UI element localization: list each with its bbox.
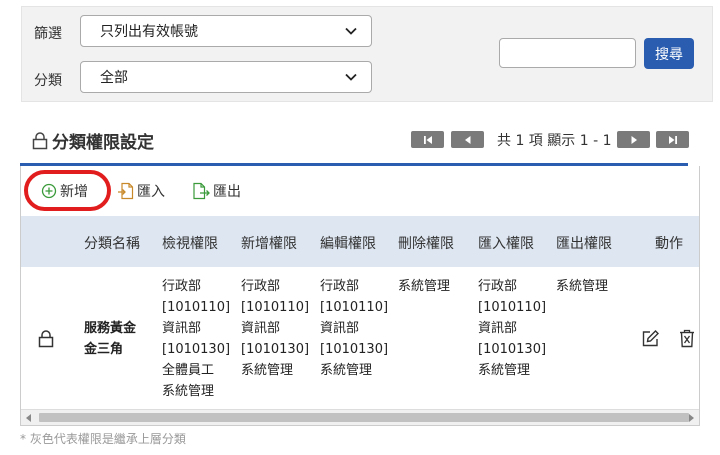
export-button[interactable]: 匯出 [192, 181, 241, 201]
table-cell-export: 系統管理 [556, 276, 608, 297]
permission-entry: 全體員工 [162, 363, 215, 378]
screen-filter-select[interactable]: 只列出有效帳號 [80, 15, 372, 47]
lock-icon [38, 330, 54, 348]
category-name-line: 金三角 [84, 342, 124, 357]
last-page-icon [668, 135, 677, 144]
prev-page-button[interactable] [451, 131, 484, 148]
highlight-ring [24, 170, 111, 211]
column-header-category-name: 分類名稱 [84, 236, 140, 252]
scroll-thumb[interactable] [39, 413, 689, 422]
table-cell-view: 行政部 [1010110] 資訊部 [1010130] 全體員工 系統管理 [162, 276, 230, 402]
search-input[interactable] [499, 38, 636, 68]
table-cell-delete: 系統管理 [398, 276, 450, 297]
permission-entry: [1010130] [478, 342, 547, 357]
column-header-export: 匯出權限 [556, 236, 612, 252]
footnote: * 灰色代表權限是繼承上層分類 [20, 432, 186, 446]
search-button[interactable]: 搜尋 [644, 38, 694, 69]
next-page-icon [631, 135, 637, 144]
permission-entry: 系統管理 [478, 363, 531, 378]
scroll-right-icon[interactable] [688, 414, 695, 422]
permission-entry: [1010130] [241, 342, 310, 357]
pager-summary: 共 1 項 顯示 1 - 1 [497, 133, 612, 149]
prev-page-icon [464, 135, 470, 144]
scroll-left-icon[interactable] [25, 414, 32, 422]
screen-filter-label: 篩選 [34, 26, 62, 42]
permission-entry: 系統管理 [398, 279, 451, 294]
permission-entry: [1010110] [478, 300, 547, 315]
permission-entry: 資訊部 [478, 321, 518, 336]
category-filter-select[interactable]: 全部 [80, 61, 372, 93]
export-icon [193, 182, 210, 200]
permission-entry: 行政部 [478, 279, 518, 294]
column-header-action: 動作 [655, 236, 683, 252]
page-title-text: 分類權限設定 [52, 133, 154, 153]
import-button[interactable]: 匯入 [117, 181, 165, 201]
permission-entry: [1010110] [162, 300, 231, 315]
table-cell-add: 行政部 [1010110] 資訊部 [1010130] 系統管理 [241, 276, 309, 381]
permission-entry: 行政部 [241, 279, 281, 294]
page-title: 分類權限設定 [32, 128, 154, 153]
permission-entry: 資訊部 [241, 321, 281, 336]
permission-entry: 系統管理 [320, 363, 373, 378]
filter-panel: 篩選 只列出有效帳號 分類 全部 搜尋 [21, 6, 713, 102]
chevron-down-icon [345, 73, 357, 81]
category-filter-value: 全部 [100, 70, 128, 86]
permission-entry: [1010130] [320, 342, 389, 357]
permission-entry: [1010110] [320, 300, 389, 315]
import-icon [118, 182, 134, 200]
horizontal-scrollbar[interactable] [21, 409, 699, 425]
column-header-edit: 編輯權限 [320, 236, 376, 252]
permission-entry: 行政部 [320, 279, 360, 294]
import-button-label: 匯入 [137, 184, 165, 200]
column-header-import: 匯入權限 [478, 236, 534, 252]
permission-entry: 資訊部 [162, 321, 202, 336]
column-header-delete: 刪除權限 [398, 236, 454, 252]
column-header-view: 檢視權限 [162, 236, 218, 252]
column-header-add: 新增權限 [241, 236, 297, 252]
table-cell-edit: 行政部 [1010110] 資訊部 [1010130] 系統管理 [320, 276, 388, 381]
table-cell-import: 行政部 [1010110] 資訊部 [1010130] 系統管理 [478, 276, 546, 381]
screen-filter-value: 只列出有效帳號 [100, 24, 198, 40]
table-row-category-name: 服務黃金 金三角 [84, 318, 136, 360]
category-filter-label: 分類 [34, 73, 62, 89]
chevron-down-icon [345, 27, 357, 35]
permission-entry: 資訊部 [320, 321, 360, 336]
edit-icon[interactable] [641, 329, 660, 348]
lock-icon [32, 131, 48, 149]
last-page-button[interactable] [656, 131, 689, 148]
permission-entry: 系統管理 [241, 363, 294, 378]
permission-entry: 系統管理 [556, 279, 609, 294]
export-button-label: 匯出 [213, 184, 241, 200]
permission-entry: [1010130] [162, 342, 231, 357]
permission-entry: 系統管理 [162, 384, 215, 399]
category-name-line: 服務黃金 [84, 321, 137, 336]
permission-entry: 行政部 [162, 279, 202, 294]
next-page-button[interactable] [617, 131, 650, 148]
delete-icon[interactable] [679, 329, 695, 348]
first-page-button[interactable] [411, 131, 444, 148]
permission-entry: [1010110] [241, 300, 310, 315]
first-page-icon [423, 135, 432, 144]
